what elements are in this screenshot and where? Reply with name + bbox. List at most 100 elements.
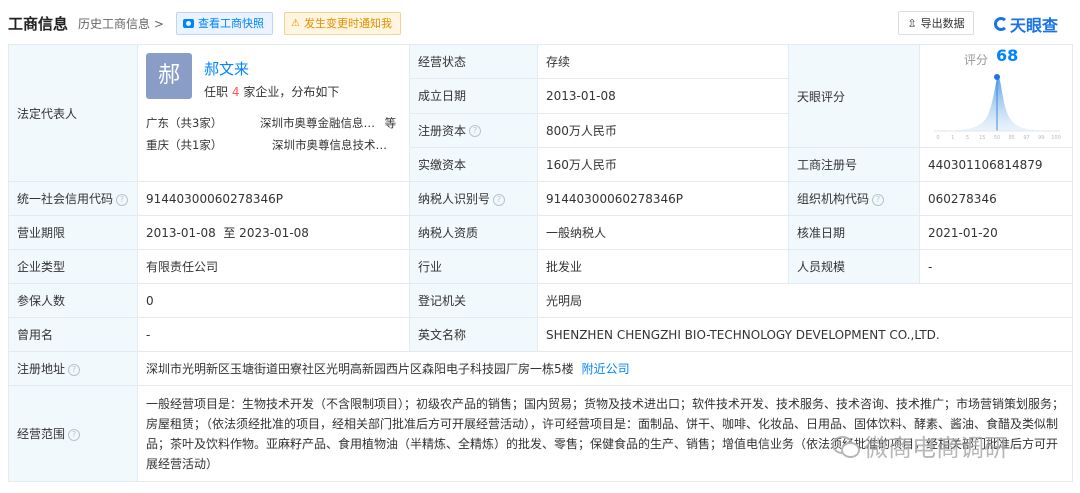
business-info-table: 法定代表人 郝 郝文来 任职 4 家企业，分布如下 广东（共3家） 深圳市奥尊金… xyxy=(8,43,1073,482)
staff-size-label: 人员规模 xyxy=(788,249,920,284)
paid-capital-label: 实缴资本 xyxy=(409,147,538,182)
score-label: 天眼评分 xyxy=(788,44,920,148)
score-tick-label: 50 xyxy=(994,135,1000,141)
bell-icon: ⚠ xyxy=(291,18,300,29)
brand-name: 天眼查 xyxy=(1010,16,1059,35)
credit-code-value: 91440300060278346P xyxy=(137,181,410,216)
reg-number-value: 440301106814879 xyxy=(919,147,1073,182)
authority-label: 登记机关 xyxy=(409,283,538,318)
score-value: 68 xyxy=(996,46,1019,65)
status-label: 经营状态 xyxy=(409,43,538,80)
section-title: 工商信息 xyxy=(8,15,69,33)
industry-label: 行业 xyxy=(409,249,538,284)
watermark: 微商电商调研 xyxy=(832,428,1008,463)
summary-suffix: 家企业，分布如下 xyxy=(243,85,340,99)
score-tick-label: 100 xyxy=(1051,135,1061,141)
legal-rep-label: 法定代表人 xyxy=(8,44,138,182)
found-date-value: 2013-01-08 xyxy=(537,78,789,114)
address-value: 深圳市光明新区玉塘街道田寮社区光明高新园西片区森阳电子科技园厂房一栋5楼 xyxy=(146,362,574,376)
export-button[interactable]: ⇫ 导出数据 xyxy=(898,11,974,35)
authority-value: 光明局 xyxy=(537,283,1073,318)
company-type-value: 有限责任公司 xyxy=(137,249,410,284)
notify-label: 发生变更时通知我 xyxy=(303,17,392,30)
reg-capital-label-text: 注册资本 xyxy=(418,123,467,138)
help-icon[interactable]: ? xyxy=(469,125,482,138)
company-count: 4 xyxy=(231,85,240,99)
export-icon: ⇫ xyxy=(907,16,917,30)
help-icon[interactable]: ? xyxy=(493,193,506,206)
score-tick-label: 99 xyxy=(1038,135,1044,141)
credit-code-label-text: 统一社会信用代码 xyxy=(17,192,114,206)
org-code-label-text: 组织机构代码 xyxy=(797,192,870,206)
help-icon[interactable]: ? xyxy=(116,193,129,206)
score-tick-label: 15 xyxy=(979,135,985,141)
notify-change-button[interactable]: ⚠ 发生变更时通知我 xyxy=(284,12,401,35)
score-tick-label: 0 xyxy=(936,135,939,141)
industry-value: 批发业 xyxy=(537,249,789,284)
address-label: 注册地址? xyxy=(8,351,138,386)
history-link[interactable]: 历史工商信息 > xyxy=(78,15,164,32)
export-label: 导出数据 xyxy=(920,17,965,30)
english-name-value: SHENZHEN CHENGZHI BIO-TECHNOLOGY DEVELOP… xyxy=(537,317,1073,352)
org-code-value: 060278346 xyxy=(919,181,1073,216)
more-companies-label: 等 xyxy=(384,116,397,130)
summary-prefix: 任职 xyxy=(204,85,229,99)
taxpayer-id-value: 91440300060278346P xyxy=(537,181,789,216)
score-text: 评分 xyxy=(964,53,989,67)
guangdong-company-name: 深圳市奥尊金融信息… xyxy=(260,116,375,130)
business-term-value: 2013-01-08 至 2023-01-08 xyxy=(137,215,410,250)
legal-rep-name[interactable]: 郝文来 xyxy=(204,58,249,79)
help-icon[interactable]: ? xyxy=(68,363,81,376)
score-tick-label: 85 xyxy=(1009,135,1015,141)
staff-size-value: - xyxy=(919,249,1073,284)
paid-capital-value: 160万人民币 xyxy=(537,147,789,182)
snapshot-label: 查看工商快照 xyxy=(198,17,264,30)
reg-number-label: 工商注册号 xyxy=(788,147,920,182)
view-snapshot-button[interactable]: 查看工商快照 xyxy=(176,12,273,35)
region-chongqing: 重庆（共1家） xyxy=(146,138,223,152)
approval-date-label: 核准日期 xyxy=(788,215,920,250)
help-icon[interactable]: ? xyxy=(872,193,885,206)
reg-capital-value: 800万人民币 xyxy=(537,112,789,149)
region-chongqing-company[interactable]: 深圳市奥尊信息技术… xyxy=(272,137,387,153)
avatar: 郝 xyxy=(146,53,192,99)
score-tick-label: 97 xyxy=(1023,135,1029,141)
credit-code-label: 统一社会信用代码? xyxy=(8,181,138,216)
taxpayer-qual-label: 纳税人资质 xyxy=(409,215,538,250)
region-guangdong-company[interactable]: 深圳市奥尊金融信息… 等 xyxy=(260,115,396,131)
nearby-companies-link[interactable]: 附近公司 xyxy=(582,362,630,376)
score-cell: 评分 68 0 1 5 15 50 85 97 99 100 xyxy=(919,44,1073,148)
status-value: 存续 xyxy=(537,43,789,80)
found-date-label: 成立日期 xyxy=(409,78,538,114)
address-cell: 深圳市光明新区玉塘街道田寮社区光明高新园西片区森阳电子科技园厂房一栋5楼 附近公司 xyxy=(137,351,1073,386)
score-tick-label: 1 xyxy=(951,135,954,141)
score-tick-label: 5 xyxy=(966,135,969,141)
score-marker-dot xyxy=(994,74,1000,80)
watermark-text: 微商电商调研 xyxy=(864,434,1008,462)
wechat-icon xyxy=(832,435,860,458)
brand-logo: 天眼查 xyxy=(994,12,1058,36)
eye-icon xyxy=(994,17,1008,31)
business-scope-label-text: 经营范围 xyxy=(17,427,66,441)
legal-rep-summary: 任职 4 家企业，分布如下 xyxy=(204,83,339,100)
help-icon[interactable]: ? xyxy=(68,428,81,441)
address-label-text: 注册地址 xyxy=(17,362,66,376)
taxpayer-id-label-text: 纳税人识别号 xyxy=(418,192,491,206)
former-name-label: 曾用名 xyxy=(8,317,138,352)
camera-icon xyxy=(183,19,194,28)
score-distribution-chart: 0 1 5 15 50 85 97 99 100 xyxy=(934,74,1061,141)
section-header: 工商信息 历史工商信息 > 查看工商快照 ⚠ 发生变更时通知我 ⇫ 导出数据 天… xyxy=(0,0,1080,44)
insured-value: 0 xyxy=(137,283,410,318)
org-code-label: 组织机构代码? xyxy=(788,181,920,216)
insured-label: 参保人数 xyxy=(8,283,138,318)
business-term-label: 营业期限 xyxy=(8,215,138,250)
taxpayer-id-label: 纳税人识别号? xyxy=(409,181,538,216)
reg-capital-label: 注册资本? xyxy=(409,112,538,149)
business-scope-label: 经营范围? xyxy=(8,385,138,482)
taxpayer-qual-value: 一般纳税人 xyxy=(537,215,789,250)
english-name-label: 英文名称 xyxy=(409,317,538,352)
approval-date-value: 2021-01-20 xyxy=(919,215,1073,250)
legal-rep-cell: 郝 郝文来 任职 4 家企业，分布如下 广东（共3家） 深圳市奥尊金融信息… 等… xyxy=(137,44,410,182)
former-name-value: - xyxy=(137,317,410,352)
company-type-label: 企业类型 xyxy=(8,249,138,284)
